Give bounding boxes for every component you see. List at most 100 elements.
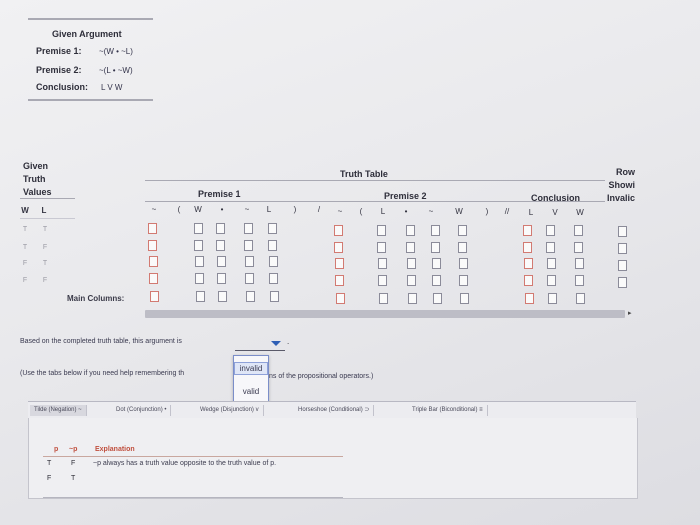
tab-wedge[interactable]: Wedge (Disjunction) v [196, 405, 264, 416]
truth-table-title: Truth Table [340, 169, 388, 179]
truth-cell-r4-c9[interactable] [460, 293, 469, 304]
truth-cell-r0-c8[interactable] [431, 225, 440, 236]
validity-dropdown[interactable] [235, 336, 285, 351]
truth-cell-r2-c3[interactable] [245, 256, 254, 267]
panel-row2-not-p: T [71, 475, 76, 482]
truth-cell-r1-c6[interactable] [377, 242, 386, 253]
premise-separator: / [317, 205, 321, 214]
tab-triple-bar-label: Triple Bar (Biconditional) [412, 407, 478, 413]
truth-cell-r2-c1[interactable] [195, 256, 204, 267]
truth-cell-r4-c12[interactable] [576, 293, 585, 304]
truth-cell-r1-c7[interactable] [406, 242, 415, 253]
dot-icon: • [164, 407, 167, 413]
validity-dropdown-menu: invalid valid [233, 355, 269, 403]
truth-cell-r3-c1[interactable] [195, 273, 204, 284]
truth-cell-r2-c8[interactable] [432, 258, 441, 269]
truth-cell-r1-c12[interactable] [574, 242, 583, 253]
scroll-right-icon[interactable]: ▸ [628, 309, 632, 317]
truth-cell-r4-c11[interactable] [548, 293, 557, 304]
truth-cell-r2-c10[interactable] [524, 258, 533, 269]
hint-text-start: (Use the tabs below if you need help rem… [20, 370, 185, 377]
truth-cell-r4-c6[interactable] [379, 293, 388, 304]
option-invalid[interactable]: invalid [234, 362, 268, 375]
truth-cell-r1-c2[interactable] [216, 240, 225, 251]
truth-cell-r1-c11[interactable] [546, 242, 555, 253]
horizontal-scrollbar[interactable] [145, 310, 625, 318]
truth-cell-r3-c10[interactable] [524, 275, 533, 286]
truth-cell-r4-c8[interactable] [433, 293, 442, 304]
truth-cell-r4-c2[interactable] [218, 291, 227, 302]
var-header-l: L [41, 206, 47, 215]
row-invalid-checkbox-2[interactable] [618, 260, 627, 271]
truth-cell-r3-c3[interactable] [245, 273, 254, 284]
truth-cell-r4-c3[interactable] [246, 291, 255, 302]
truth-cell-r0-c5[interactable] [334, 225, 343, 236]
truth-cell-r3-c11[interactable] [547, 275, 556, 286]
truth-cell-r2-c11[interactable] [547, 258, 556, 269]
truth-cell-r3-c8[interactable] [432, 275, 441, 286]
panel-explanation-text: ~p always has a truth value opposite to … [93, 460, 277, 467]
truth-cell-r4-c7[interactable] [408, 293, 417, 304]
tilde-icon: ~ [78, 407, 82, 413]
truth-cell-r0-c10[interactable] [523, 225, 532, 236]
truth-cell-r0-c0[interactable] [148, 223, 157, 234]
truth-cell-r4-c10[interactable] [525, 293, 534, 304]
truth-cell-r3-c0[interactable] [149, 273, 158, 284]
truth-cell-r2-c5[interactable] [335, 258, 344, 269]
panel-header-rule [43, 456, 343, 457]
premise2-symbol-1: ( [359, 207, 363, 216]
truth-cell-r1-c10[interactable] [523, 242, 532, 253]
tab-horseshoe[interactable]: Horseshoe (Conditional) ⊃ [294, 405, 375, 416]
truth-cell-r3-c2[interactable] [217, 273, 226, 284]
truth-cell-r2-c0[interactable] [149, 256, 158, 267]
truth-cell-r1-c8[interactable] [431, 242, 440, 253]
truth-cell-r1-c4[interactable] [268, 240, 277, 251]
chevron-down-icon[interactable] [271, 341, 281, 346]
truth-cell-r4-c4[interactable] [270, 291, 279, 302]
truth-cell-r2-c9[interactable] [459, 258, 468, 269]
given-value-r3-c0: F [22, 277, 28, 284]
truth-cell-r1-c5[interactable] [334, 242, 343, 253]
truth-cell-r2-c12[interactable] [575, 258, 584, 269]
truth-cell-r4-c5[interactable] [336, 293, 345, 304]
given-value-r3-c1: F [42, 277, 48, 284]
truth-cell-r0-c9[interactable] [458, 225, 467, 236]
truth-cell-r2-c4[interactable] [269, 256, 278, 267]
truth-cell-r2-c2[interactable] [217, 256, 226, 267]
tab-dot[interactable]: Dot (Conjunction) • [112, 405, 172, 416]
option-valid[interactable]: valid [234, 386, 268, 398]
truth-cell-r0-c2[interactable] [216, 223, 225, 234]
premise1-symbol-5: L [266, 205, 272, 214]
horseshoe-icon: ⊃ [364, 407, 370, 413]
truth-cell-r2-c7[interactable] [407, 258, 416, 269]
truth-cell-r1-c3[interactable] [244, 240, 253, 251]
truth-cell-r1-c9[interactable] [458, 242, 467, 253]
truth-cell-r3-c7[interactable] [407, 275, 416, 286]
truth-cell-r1-c1[interactable] [194, 240, 203, 251]
row-invalid-checkbox-3[interactable] [618, 277, 627, 288]
premise2-symbol-3: • [404, 207, 408, 216]
truth-cell-r3-c12[interactable] [575, 275, 584, 286]
truth-cell-r4-c1[interactable] [196, 291, 205, 302]
given-title-line2: Truth [23, 174, 46, 184]
truth-cell-r3-c6[interactable] [378, 275, 387, 286]
truth-cell-r3-c4[interactable] [269, 273, 278, 284]
premise2-symbol-5: W [455, 207, 463, 216]
truth-cell-r2-c6[interactable] [378, 258, 387, 269]
truth-cell-r0-c7[interactable] [406, 225, 415, 236]
truth-cell-r0-c4[interactable] [268, 223, 277, 234]
truth-cell-r0-c6[interactable] [377, 225, 386, 236]
tab-triple-bar[interactable]: Triple Bar (Biconditional) ≡ [408, 405, 488, 416]
truth-cell-r0-c1[interactable] [194, 223, 203, 234]
truth-cell-r3-c9[interactable] [459, 275, 468, 286]
truth-cell-r3-c5[interactable] [335, 275, 344, 286]
row-invalid-checkbox-0[interactable] [618, 226, 627, 237]
truth-cell-r0-c11[interactable] [546, 225, 555, 236]
truth-cell-r1-c0[interactable] [148, 240, 157, 251]
truth-cell-r0-c3[interactable] [244, 223, 253, 234]
row-invalid-checkbox-1[interactable] [618, 243, 627, 254]
premise2-symbol-6: ) [485, 207, 489, 216]
tab-tilde[interactable]: Tilde (Negation) ~ [30, 405, 87, 416]
truth-cell-r4-c0[interactable] [150, 291, 159, 302]
truth-cell-r0-c12[interactable] [574, 225, 583, 236]
